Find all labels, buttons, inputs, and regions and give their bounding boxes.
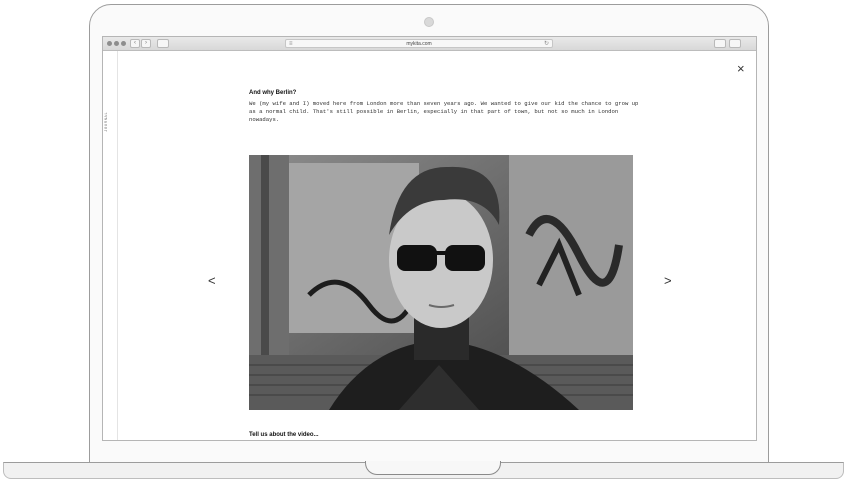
next-arrow-icon[interactable]: > <box>664 273 672 288</box>
section-paragraph: We (my wife and I) moved here from Londo… <box>249 100 639 123</box>
portrait-photo <box>249 155 633 410</box>
forward-button[interactable]: › <box>141 39 151 48</box>
address-bar[interactable]: ≡ mykita.com ↻ <box>285 39 553 48</box>
sidebar-label[interactable]: JOURNAL <box>105 112 109 132</box>
minimize-window-dot[interactable] <box>114 41 119 46</box>
sidebar-toggle-button[interactable] <box>157 39 169 48</box>
close-button[interactable]: × <box>737 62 745 75</box>
camera-dot <box>424 17 434 27</box>
next-section-heading: Tell us about the video... <box>249 432 319 438</box>
sidebar-rail <box>117 51 118 440</box>
address-url: mykita.com <box>406 41 432 47</box>
section-heading: And why Berlin? <box>249 90 297 96</box>
tabs-button[interactable] <box>729 39 741 48</box>
browser-toolbar: ‹ › ≡ mykita.com ↻ <box>103 37 756 51</box>
reader-icon[interactable]: ≡ <box>289 40 293 48</box>
previous-arrow-icon[interactable]: < <box>208 273 216 288</box>
back-button[interactable]: ‹ <box>130 39 140 48</box>
laptop-notch <box>365 461 501 475</box>
share-button[interactable] <box>714 39 726 48</box>
reload-icon[interactable]: ↻ <box>544 40 549 48</box>
close-window-dot[interactable] <box>107 41 112 46</box>
browser-screen: ‹ › ≡ mykita.com ↻ JOURNAL × And why Ber… <box>102 36 757 441</box>
zoom-window-dot[interactable] <box>121 41 126 46</box>
